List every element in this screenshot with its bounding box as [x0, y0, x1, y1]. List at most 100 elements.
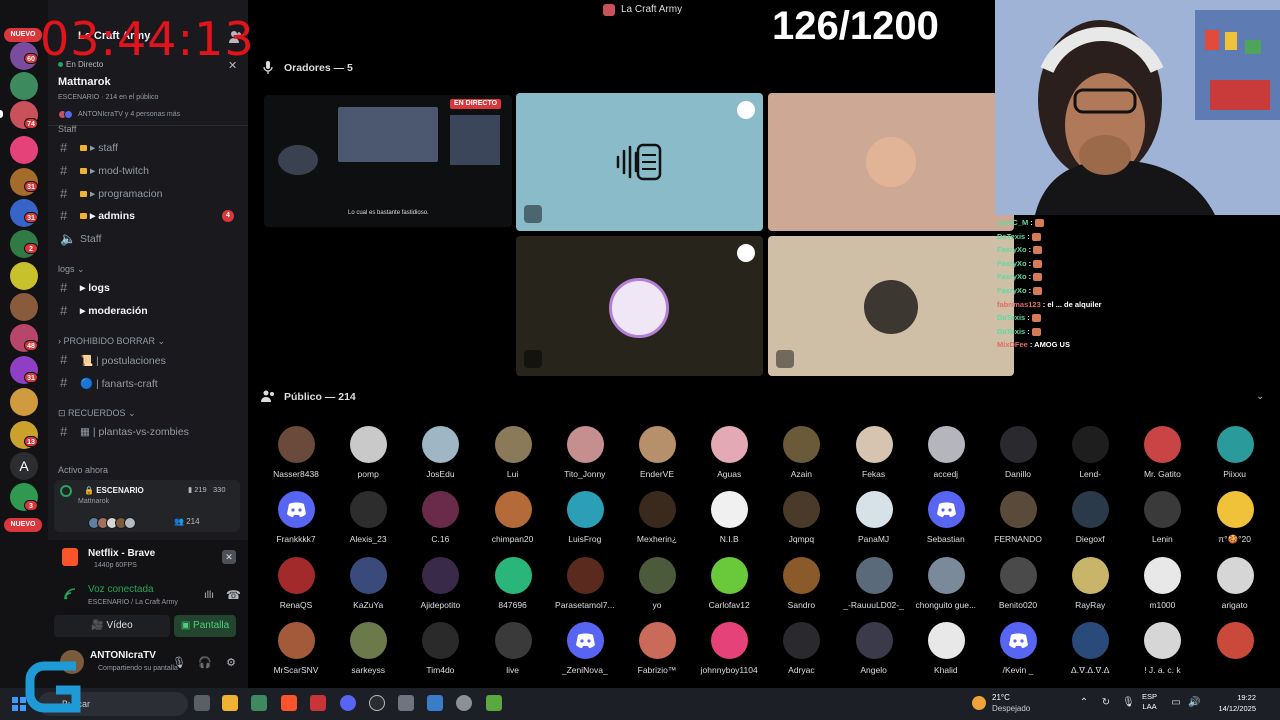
audience-member[interactable]: sarkeyss	[332, 621, 404, 684]
server-icon[interactable]	[10, 262, 38, 290]
audience-member[interactable]: RayRay	[1054, 556, 1126, 619]
chevron-down-icon[interactable]: ⌄	[1256, 391, 1264, 402]
weather-icon[interactable]	[972, 696, 986, 710]
file-explorer-icon[interactable]	[222, 695, 238, 711]
server-icon[interactable]: A	[10, 452, 38, 480]
audience-member[interactable]: Nasser8438	[260, 426, 332, 488]
headphones-icon[interactable]: 🎧	[198, 656, 212, 670]
audience-member[interactable]: Fabrizio™	[621, 621, 693, 684]
audience-member[interactable]: PanaMJ	[838, 491, 910, 553]
screen-share-button[interactable]: ▣ Pantalla	[174, 615, 236, 637]
channel-postulaciones[interactable]: # 📜 | postulaciones	[54, 350, 240, 370]
audience-member[interactable]: Khalid	[910, 621, 982, 684]
category-prohibido[interactable]: › PROHIBIDO BORRAR ⌄	[58, 336, 165, 347]
channel-logs[interactable]: # ▸ logs	[54, 278, 240, 298]
audience-member[interactable]: Adryac	[765, 621, 837, 684]
category-logs[interactable]: logs ⌄	[58, 264, 85, 275]
channel-programacion[interactable]: # ▸ programacion	[54, 184, 240, 204]
audience-member[interactable]: pomp	[332, 426, 404, 488]
speaker-tile[interactable]	[516, 236, 763, 376]
audience-member[interactable]: FERNANDO	[982, 491, 1054, 553]
stream-row[interactable]: Netflix - Brave 1440p 60FPS ✕	[54, 544, 242, 574]
screen-share-tile[interactable]	[264, 95, 512, 227]
audience-member[interactable]: Frankkkk7	[260, 491, 332, 553]
audience-member[interactable]: yo	[621, 556, 693, 619]
category-recuerdos[interactable]: ⊡ RECUERDOS ⌄	[58, 408, 136, 419]
audience-member[interactable]: live	[477, 621, 549, 684]
audience-member[interactable]: accedj	[910, 426, 982, 488]
audience-member[interactable]: Tim4do	[404, 621, 476, 684]
speaker-tile[interactable]	[516, 93, 763, 231]
channel-fanarts[interactable]: # 🔵 | fanarts-craft	[54, 373, 240, 393]
tray-chevron-up-icon[interactable]: ⌃	[1078, 697, 1090, 709]
network-icon[interactable]: ▭	[1170, 697, 1182, 709]
voice-status[interactable]: Voz conectada ESCENARIO / La Craft Army …	[54, 580, 242, 614]
audience-member[interactable]: EnderVE	[621, 426, 693, 488]
audience-member[interactable]: Fekas	[838, 426, 910, 488]
audience-member[interactable]: Aguas	[693, 426, 765, 488]
audience-member[interactable]: MrScarSNV	[260, 621, 332, 684]
channel-admins[interactable]: # ▸ admins 4	[54, 206, 240, 226]
disconnect-icon[interactable]: ☎	[226, 588, 241, 602]
server-icon[interactable]	[10, 388, 38, 416]
audience-member[interactable]: Lenin	[1126, 491, 1198, 553]
gear-icon[interactable]: ⚙	[224, 656, 238, 670]
audience-member[interactable]: Sandro	[765, 556, 837, 619]
audience-member[interactable]: ᐃ.ᐁ.ᐃ.ᐁ.ᐃ	[1054, 621, 1126, 684]
audience-member[interactable]: Tito_Jonny	[549, 426, 621, 488]
mic-icon[interactable]: 🎙	[172, 656, 186, 670]
volume-icon[interactable]: 🔊	[1188, 697, 1200, 709]
audience-member[interactable]: Azain	[765, 426, 837, 488]
audience-member[interactable]: LuisFrog	[549, 491, 621, 553]
system-clock[interactable]: 19:22 14/12/2025	[1208, 692, 1256, 714]
server-icon[interactable]	[10, 72, 38, 100]
video-button[interactable]: 🎥 Vídeo	[54, 615, 170, 637]
tray-mic-icon[interactable]: 🎙	[1122, 697, 1135, 709]
discord-icon[interactable]	[340, 695, 356, 711]
app-icon[interactable]	[310, 695, 326, 711]
audience-member[interactable]: Parasetamol7...	[549, 556, 621, 619]
audience-member[interactable]: Ajidepotito	[404, 556, 476, 619]
audience-member[interactable]	[1199, 621, 1271, 684]
audience-member[interactable]: Mexherin¿	[621, 491, 693, 553]
audience-member[interactable]: KaZuYa	[332, 556, 404, 619]
audience-member[interactable]: π°🍪°20	[1199, 491, 1271, 553]
audience-member[interactable]: Benito020	[982, 556, 1054, 619]
channel-moderacion[interactable]: # ▸ moderación	[54, 301, 240, 321]
channel-staff[interactable]: # ▸ staff	[54, 138, 240, 158]
audience-member[interactable]: ! J. a. c. k	[1126, 621, 1198, 684]
audience-member[interactable]: Angelo	[838, 621, 910, 684]
audience-member[interactable]: Lend-	[1054, 426, 1126, 488]
audience-member[interactable]: Sebastian	[910, 491, 982, 553]
audience-member[interactable]: Diegoxf	[1054, 491, 1126, 553]
server-icon[interactable]	[10, 293, 38, 321]
audience-member[interactable]: /Kevin _	[982, 621, 1054, 684]
speaker-tile[interactable]	[768, 236, 1014, 376]
audience-member[interactable]: RenaQS	[260, 556, 332, 619]
audience-member[interactable]: Piixxu	[1199, 426, 1271, 488]
notepad-icon[interactable]	[427, 695, 443, 711]
channel-mod-twitch[interactable]: # ▸ mod-twitch	[54, 161, 240, 181]
audience-member[interactable]: _-RauuuLD02-_	[838, 556, 910, 619]
audience-member[interactable]: Lui	[477, 426, 549, 488]
audience-member[interactable]: JosEdu	[404, 426, 476, 488]
audience-member[interactable]: Jqmpq	[765, 491, 837, 553]
audience-member[interactable]: N.I.B	[693, 491, 765, 553]
active-stage-card[interactable]: 🔒 ESCENARIO Mattnarok ▮ 219 330 👥 214	[54, 480, 240, 532]
app-icon[interactable]	[398, 695, 414, 711]
audience-member[interactable]: arigato	[1199, 556, 1271, 619]
tray-refresh-icon[interactable]: ↻	[1100, 697, 1112, 709]
audience-member[interactable]: chonguito gue...	[910, 556, 982, 619]
audience-member[interactable]: _ZeniNova_	[549, 621, 621, 684]
channel-staff-voice[interactable]: 🔈 Staff	[54, 229, 240, 249]
stop-stream-icon[interactable]: ✕	[222, 550, 236, 564]
task-view-icon[interactable]	[194, 695, 210, 711]
settings-icon[interactable]	[456, 695, 472, 711]
store-icon[interactable]	[251, 695, 267, 711]
obs-icon[interactable]	[369, 695, 385, 711]
server-icon[interactable]	[10, 136, 38, 164]
audience-member[interactable]: Carlofav12	[693, 556, 765, 619]
audience-member[interactable]: Alexis_23	[332, 491, 404, 553]
audience-member[interactable]: chimpan20	[477, 491, 549, 553]
audience-member[interactable]: johnnyboy1104	[693, 621, 765, 684]
